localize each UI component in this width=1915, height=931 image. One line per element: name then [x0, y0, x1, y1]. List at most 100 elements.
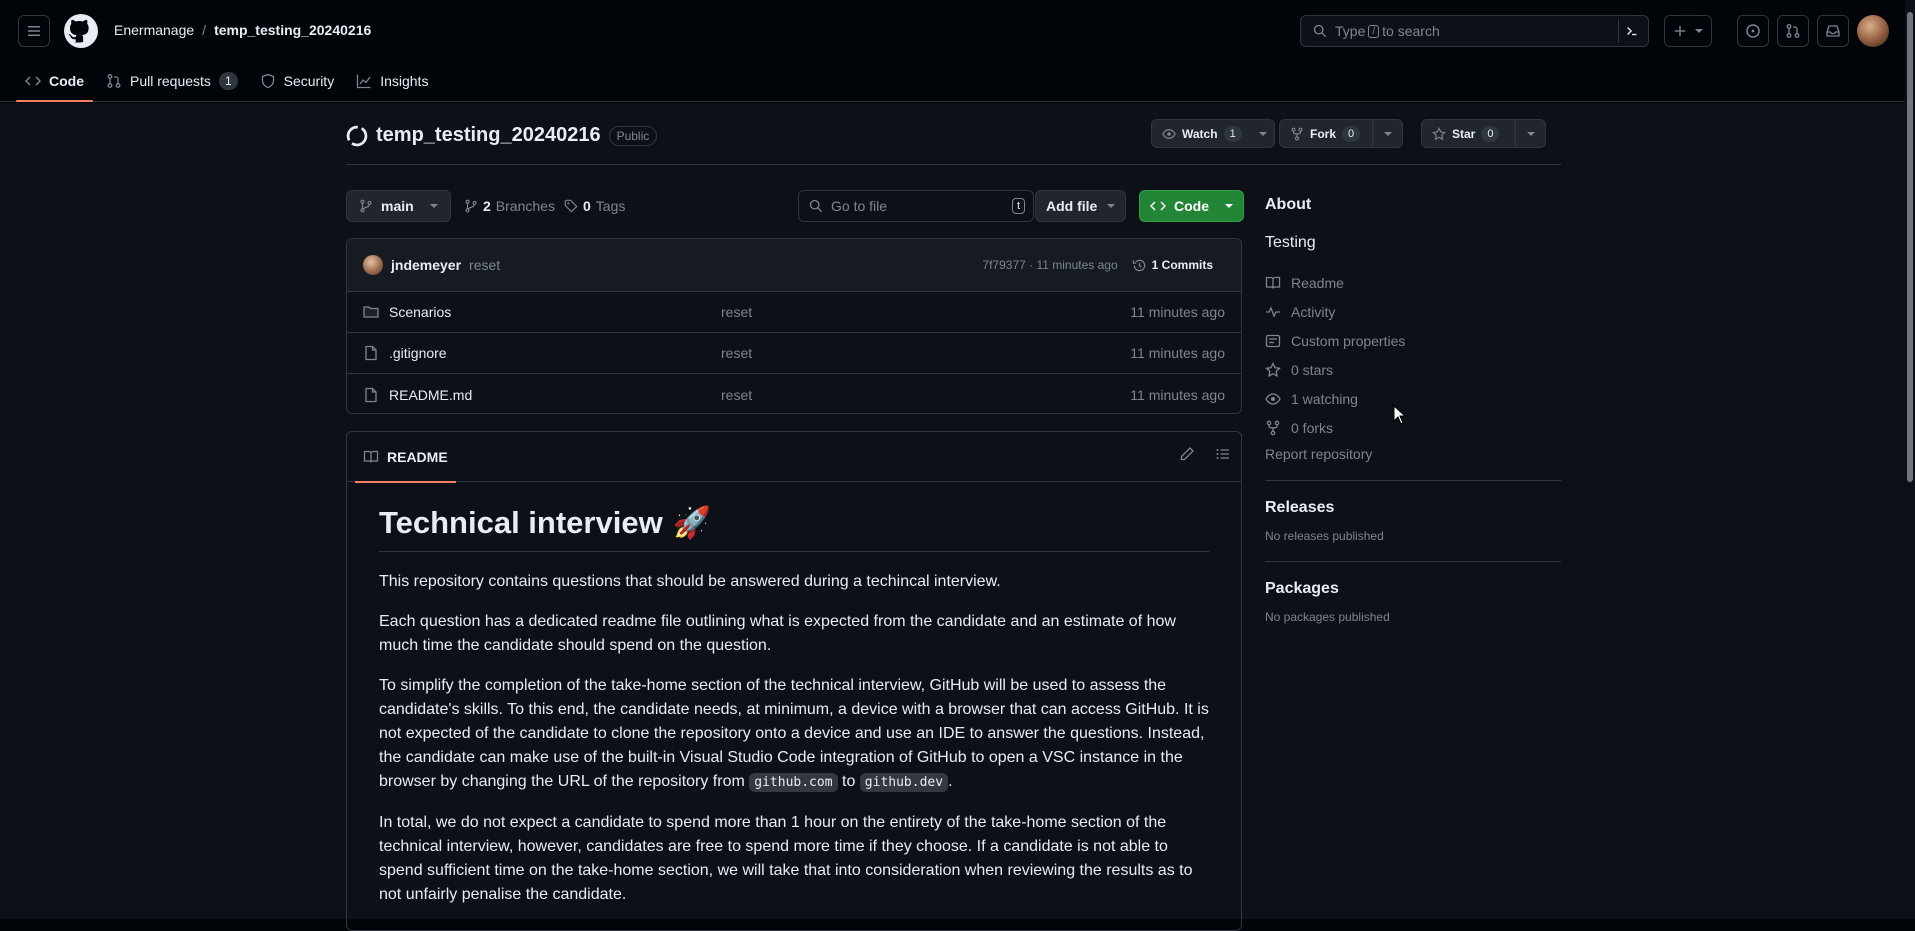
- repo-name[interactable]: temp_testing_20240216: [376, 124, 601, 147]
- tags-link[interactable]: 0 Tags: [564, 198, 625, 214]
- file-browser: jndemeyer reset 7f79377 · 11 minutes ago…: [346, 238, 1242, 414]
- chevron-down-icon: [1526, 131, 1535, 136]
- fork-dropdown[interactable]: [1372, 120, 1402, 147]
- search-placeholder-prefix: Type: [1335, 23, 1366, 39]
- list-unordered-icon[interactable]: [1215, 446, 1231, 462]
- file-name[interactable]: Scenarios: [389, 304, 721, 320]
- sidebar-item-stars[interactable]: 0 stars: [1265, 355, 1561, 384]
- pull-requests-button[interactable]: [1777, 15, 1809, 47]
- sidebar-item-label: Custom properties: [1291, 332, 1406, 349]
- commits-link[interactable]: 1 Commits: [1132, 258, 1213, 273]
- tab-insights[interactable]: Insights: [347, 66, 437, 96]
- readme-tab[interactable]: README: [355, 432, 456, 483]
- readme-paragraph: This repository contains questions that …: [379, 573, 1001, 590]
- file-commit-message[interactable]: reset: [721, 387, 752, 403]
- inbox-button[interactable]: [1817, 15, 1849, 47]
- branch-name: main: [381, 198, 414, 214]
- repo-forked-icon: [1291, 127, 1303, 140]
- packages-heading[interactable]: Packages: [1265, 580, 1561, 598]
- sidebar-item-watching[interactable]: 1 watching: [1265, 384, 1561, 413]
- scrollbar-thumb[interactable]: [1907, 12, 1913, 482]
- watch-count: 1: [1223, 125, 1242, 142]
- commit-message[interactable]: reset: [469, 257, 500, 273]
- file-commit-message[interactable]: reset: [721, 345, 752, 361]
- commit-author-avatar[interactable]: [363, 255, 383, 275]
- command-palette-button[interactable]: [1618, 19, 1644, 43]
- git-pull-request-icon: [1786, 24, 1800, 38]
- visibility-badge: Public: [608, 125, 658, 146]
- file-name[interactable]: README.md: [389, 387, 721, 403]
- title-divider: [346, 164, 1561, 165]
- tags-count: 0: [583, 198, 591, 214]
- readme-header: README: [347, 432, 1241, 483]
- sidebar-item-activity[interactable]: Activity: [1265, 297, 1561, 326]
- breadcrumb-repo[interactable]: temp_testing_20240216: [214, 22, 371, 38]
- readme-heading: Technical interview 🚀: [379, 504, 1209, 552]
- sidebar-item-label: 0 forks: [1291, 419, 1334, 436]
- branches-link[interactable]: 2 Branches: [464, 198, 555, 214]
- file-name[interactable]: .gitignore: [389, 345, 721, 361]
- issues-button[interactable]: [1737, 15, 1769, 47]
- readme-panel: README Technical interview 🚀 This reposi…: [346, 431, 1242, 931]
- sidebar-item-custom-properties[interactable]: Custom properties: [1265, 326, 1561, 355]
- star-dropdown[interactable]: [1515, 120, 1545, 147]
- tags-label: Tags: [595, 198, 626, 214]
- star-icon: [1265, 361, 1281, 377]
- tab-pull-requests[interactable]: Pull requests 1: [97, 66, 247, 96]
- chevron-down-icon: [1258, 131, 1267, 136]
- tab-security[interactable]: Security: [251, 66, 344, 96]
- readme-tab-label: README: [387, 449, 448, 465]
- git-branch-icon: [360, 199, 372, 213]
- sidebar-item-readme[interactable]: Readme: [1265, 268, 1561, 297]
- fork-button[interactable]: Fork 0: [1279, 119, 1404, 148]
- star-button[interactable]: Star 0: [1421, 119, 1547, 148]
- note-icon: [1265, 334, 1281, 347]
- code-button[interactable]: Code: [1139, 190, 1244, 222]
- file-row[interactable]: .gitignore reset 11 minutes ago: [347, 333, 1241, 374]
- readme-text: to: [842, 773, 856, 790]
- repo-description: Testing: [1265, 234, 1316, 251]
- sidebar-divider: [1265, 480, 1561, 481]
- branches-label: Branches: [495, 198, 555, 214]
- star-count: 0: [1481, 125, 1500, 142]
- add-file-label: Add file: [1046, 198, 1098, 214]
- tab-code[interactable]: Code: [16, 66, 93, 102]
- mouse-cursor-icon: [1393, 405, 1407, 425]
- search-input[interactable]: Type / to search: [1300, 15, 1649, 47]
- watch-button[interactable]: Watch 1: [1151, 119, 1275, 148]
- pencil-icon[interactable]: [1179, 446, 1195, 462]
- file-row[interactable]: Scenarios reset 11 minutes ago: [347, 292, 1241, 333]
- pulse-icon: [1266, 305, 1280, 318]
- commit-meta[interactable]: 7f79377 · 11 minutes ago: [982, 258, 1117, 272]
- search-placeholder-suffix: to search: [1382, 23, 1440, 39]
- releases-heading[interactable]: Releases: [1265, 499, 1561, 517]
- create-new-button[interactable]: [1664, 15, 1712, 47]
- search-shortcut-key: /: [1368, 24, 1380, 38]
- page-scrollbar[interactable]: [1905, 0, 1915, 919]
- readme-paragraph: Each question has a dedicated readme fil…: [379, 613, 1176, 654]
- breadcrumb-owner[interactable]: Enermanage: [114, 22, 194, 38]
- go-to-file-input[interactable]: Go to file t: [798, 190, 1034, 222]
- file-row[interactable]: README.md reset 11 minutes ago: [347, 374, 1241, 413]
- sidebar-item-forks[interactable]: 0 forks: [1265, 413, 1561, 442]
- user-avatar[interactable]: [1857, 15, 1889, 47]
- graph-icon: [357, 74, 371, 89]
- readme-paragraph: In total, we do not expect a candidate t…: [379, 814, 1193, 903]
- code-icon: [1150, 201, 1166, 211]
- menu-button[interactable]: [18, 15, 50, 47]
- header-row: Enermanage / temp_testing_20240216 Type …: [0, 0, 1915, 62]
- repo-avatar-icon: [346, 125, 368, 146]
- file-time: 11 minutes ago: [1130, 345, 1225, 361]
- report-repository-link[interactable]: Report repository: [1265, 446, 1561, 462]
- code-button-label: Code: [1174, 198, 1209, 214]
- branch-selector[interactable]: main: [346, 190, 451, 222]
- file-commit-message[interactable]: reset: [721, 304, 752, 320]
- add-file-button[interactable]: Add file: [1035, 190, 1127, 222]
- repo-title: temp_testing_20240216 Public: [346, 124, 658, 147]
- watch-dropdown[interactable]: [1252, 120, 1274, 147]
- folder-icon: [363, 306, 379, 318]
- chevron-down-icon: [1383, 131, 1392, 136]
- file-time: 11 minutes ago: [1130, 386, 1225, 403]
- commit-author[interactable]: jndemeyer: [391, 257, 461, 273]
- github-logo-icon[interactable]: [64, 14, 98, 48]
